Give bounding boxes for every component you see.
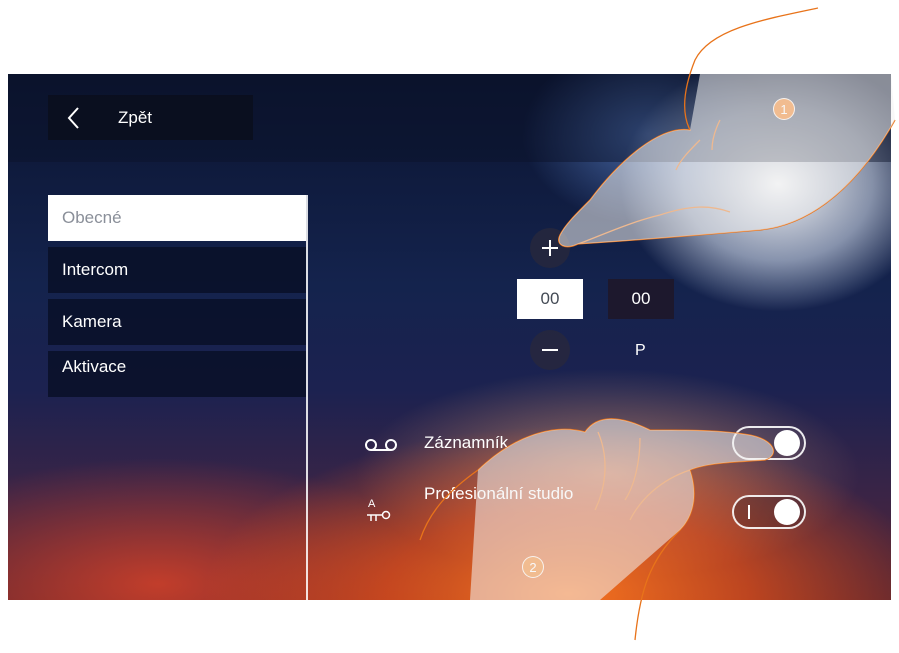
chevron-left-icon (67, 106, 79, 129)
hours-value: 00 (540, 289, 560, 308)
minutes-field[interactable]: 00 (608, 279, 674, 319)
answering-machine-toggle[interactable] (732, 426, 806, 460)
step-number: 1 (780, 101, 788, 117)
step-number: 2 (529, 559, 537, 575)
decrement-button[interactable] (530, 330, 570, 370)
menu-item-intercom[interactable]: Intercom (48, 247, 306, 293)
menu-item-label: Aktivace (62, 357, 127, 376)
professional-studio-label: Profesionální studio (424, 484, 574, 503)
answering-machine-label: Záznamník (424, 433, 509, 452)
menu-item-label: Intercom (62, 260, 129, 279)
door-key-letter: A (368, 498, 376, 510)
plus-icon (542, 240, 558, 256)
hours-field[interactable]: 00 (517, 279, 583, 319)
toggle-knob (774, 499, 800, 525)
door-key-icon: A (366, 498, 406, 528)
minus-icon (542, 349, 558, 351)
device-screen: Zpět Obecné Intercom Kamera Aktivace 00 … (8, 74, 891, 600)
menu-item-label: Kamera (62, 312, 122, 331)
step-badge-2: 2 (522, 556, 544, 578)
panel-divider (306, 195, 308, 600)
step-badge-1: 1 (773, 98, 795, 120)
period-label: P (635, 342, 646, 359)
professional-studio-toggle[interactable] (732, 495, 806, 529)
back-label: Zpět (118, 107, 153, 127)
voicemail-icon (365, 439, 397, 451)
toggle-on-indicator (748, 505, 750, 519)
menu-item-general[interactable]: Obecné (48, 195, 306, 241)
menu-item-camera[interactable]: Kamera (48, 299, 306, 345)
toggle-knob (774, 430, 800, 456)
menu-item-activation[interactable]: Aktivace (48, 351, 306, 397)
back-button[interactable]: Zpět (48, 95, 253, 140)
increment-button[interactable] (530, 228, 570, 268)
menu-item-label: Obecné (62, 208, 122, 227)
minutes-value: 00 (631, 289, 651, 308)
